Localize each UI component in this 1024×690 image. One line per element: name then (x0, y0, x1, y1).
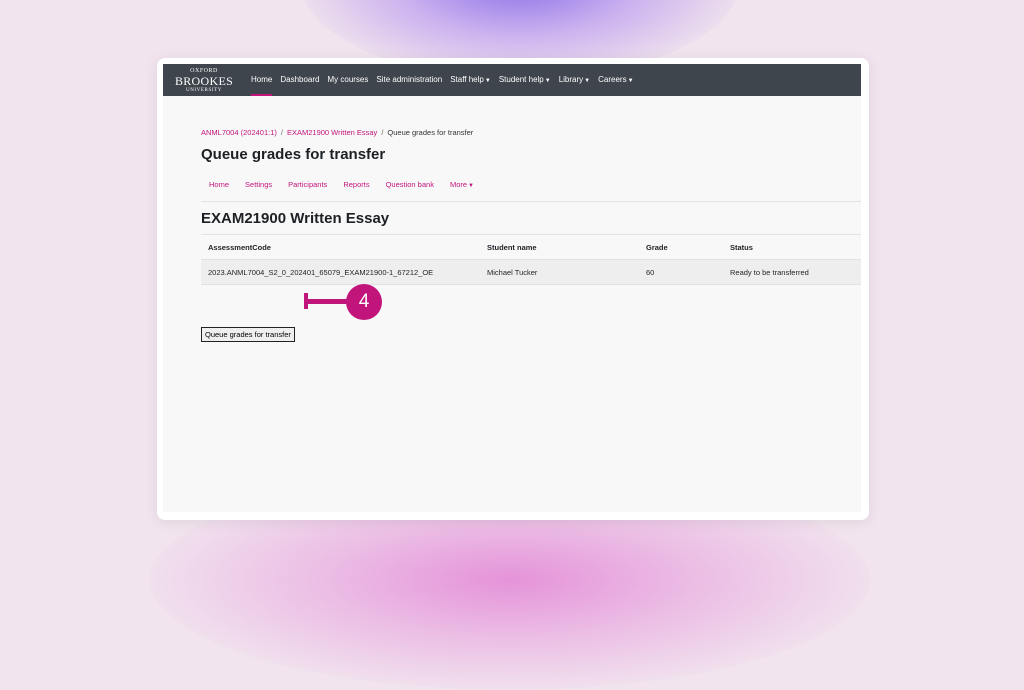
secondary-navigation: Home Settings Participants Reports Quest… (201, 180, 861, 202)
nav-item-label: Site administration (376, 75, 443, 84)
cell-status: Ready to be transferred (723, 259, 861, 285)
nav-item-library[interactable]: Library▼ (555, 64, 594, 96)
tab-more-label: More (449, 180, 468, 189)
browser-viewport: OXFORD BROOKES UNIVERSITY Home Dashboard… (163, 64, 861, 512)
primary-navigation: Home Dashboard My courses Site administr… (247, 64, 638, 96)
cell-grade: 60 (639, 259, 723, 285)
tab-settings[interactable]: Settings (237, 180, 280, 201)
nav-item-label: Library (558, 75, 584, 84)
top-navbar: OXFORD BROOKES UNIVERSITY Home Dashboard… (163, 64, 861, 96)
tab-more[interactable]: More▼ (442, 180, 482, 201)
callout-pointer-line (305, 299, 351, 304)
nav-item-home[interactable]: Home (247, 64, 276, 96)
breadcrumb: ANML7004 (202401:1) / EXAM21900 Written Es… (201, 128, 473, 137)
step-number-badge: 4 (346, 284, 382, 320)
logo-line-3: UNIVERSITY (186, 87, 222, 93)
cell-assessment-code: 2023.ANML7004_S2_0_202401_65079_EXAM2190… (201, 259, 480, 285)
section-title: EXAM21900 Written Essay (201, 210, 390, 227)
chevron-down-icon: ▼ (584, 78, 591, 84)
chevron-down-icon: ▼ (484, 78, 491, 84)
nav-item-label: Dashboard (280, 75, 320, 84)
grades-table: AssessmentCode Student name Grade Status… (201, 234, 861, 285)
breadcrumb-separator: / (280, 128, 283, 137)
tab-reports[interactable]: Reports (335, 180, 377, 201)
chevron-down-icon: ▼ (627, 78, 634, 84)
table-header-row: AssessmentCode Student name Grade Status (201, 234, 861, 260)
nav-item-careers[interactable]: Careers▼ (594, 64, 637, 96)
nav-item-label: My courses (327, 75, 369, 84)
nav-item-label: Careers (598, 75, 627, 84)
breadcrumb-assignment-link[interactable]: EXAM21900 Written Essay (287, 128, 377, 137)
nav-item-label: Staff help (450, 75, 484, 84)
queue-grades-button[interactable]: Queue grades for transfer (201, 327, 295, 342)
tab-question-bank[interactable]: Question bank (378, 180, 442, 201)
logo-line-1: OXFORD (190, 67, 218, 74)
tab-home[interactable]: Home (201, 180, 237, 201)
nav-item-my-courses[interactable]: My courses (323, 64, 372, 96)
page-title: Queue grades for transfer (201, 146, 386, 163)
nav-item-label: Home (251, 75, 273, 84)
nav-item-site-administration[interactable]: Site administration (372, 64, 446, 96)
logo-line-2: BROOKES (174, 73, 234, 88)
column-header-status: Status (723, 234, 861, 260)
nav-item-staff-help[interactable]: Staff help▼ (446, 64, 495, 96)
tab-participants[interactable]: Participants (280, 180, 335, 201)
cell-student-name: Michael Tucker (480, 259, 639, 285)
nav-item-dashboard[interactable]: Dashboard (276, 64, 323, 96)
breadcrumb-course-link[interactable]: ANML7004 (202401:1) (201, 128, 277, 137)
nav-item-label: Student help (498, 75, 544, 84)
column-header-student-name: Student name (480, 234, 639, 260)
nav-item-student-help[interactable]: Student help▼ (495, 64, 555, 96)
chevron-down-icon: ▼ (544, 78, 551, 84)
column-header-assessment-code: AssessmentCode (201, 234, 480, 260)
breadcrumb-current: Queue grades for transfer (387, 128, 474, 137)
chevron-down-icon: ▼ (468, 183, 474, 189)
column-header-grade: Grade (639, 234, 723, 260)
breadcrumb-separator: / (381, 128, 384, 137)
table-row: 2023.ANML7004_S2_0_202401_65079_EXAM2190… (201, 259, 861, 285)
brookes-logo[interactable]: OXFORD BROOKES UNIVERSITY (171, 68, 237, 93)
